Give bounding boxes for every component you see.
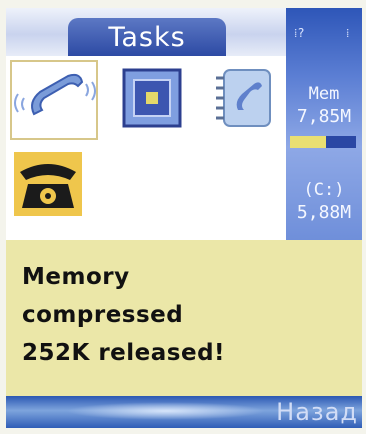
task-item-app[interactable] — [108, 60, 196, 140]
task-item-telephone[interactable] — [10, 148, 98, 228]
battery-indicator: ⁞ — [346, 26, 350, 40]
desk-telephone-icon — [14, 152, 82, 216]
square-app-icon — [122, 68, 182, 128]
notification-line-1: Memory — [22, 264, 130, 290]
device-frame: Tasks ⁞? ⁞ Mem 7,85M (C:) 5,88M Memory c… — [0, 0, 366, 434]
status-panel: ⁞? ⁞ Mem 7,85M (C:) 5,88M — [286, 8, 362, 240]
drive-label: (C:) — [303, 180, 345, 200]
task-item-contacts[interactable] — [202, 60, 290, 140]
notebook-handset-icon — [216, 69, 271, 127]
task-grid — [6, 56, 286, 240]
memory-notification: Memory compressed 252K released! — [6, 240, 362, 396]
notification-line-2: compressed — [22, 302, 184, 328]
back-softkey[interactable]: Назад — [276, 398, 358, 426]
memory-bar — [290, 136, 356, 148]
tasks-tab-label: Tasks — [108, 22, 186, 53]
drive-value: 5,88M — [296, 202, 352, 223]
phone-handset-icon — [14, 73, 96, 116]
tasks-tab[interactable]: Tasks — [68, 18, 226, 56]
notification-line-3: 252K released! — [22, 340, 226, 366]
memory-value: 7,85M — [296, 106, 352, 127]
memory-label: Mem — [308, 84, 340, 104]
signal-indicator: ⁞? — [294, 26, 305, 40]
title-bar: Tasks — [6, 8, 286, 56]
phone-screen: Tasks ⁞? ⁞ Mem 7,85M (C:) 5,88M Memory c… — [6, 8, 362, 428]
memory-bar-fill — [290, 136, 327, 148]
softkey-bar-decoration — [66, 402, 266, 420]
task-item-phone[interactable] — [10, 60, 98, 140]
softkey-bar: Назад — [6, 396, 362, 428]
